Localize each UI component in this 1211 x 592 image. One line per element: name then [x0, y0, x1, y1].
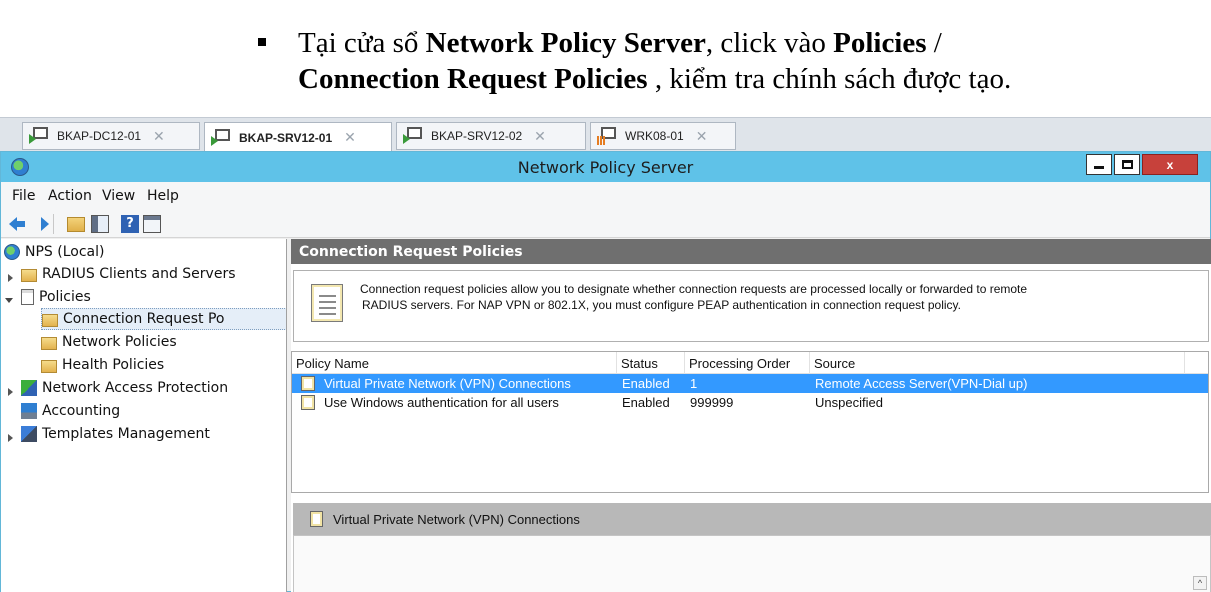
column-processing-order[interactable]: Processing Order [685, 352, 810, 374]
open-folder-icon [42, 314, 58, 327]
tree-node-connection-request-policies[interactable]: Connection Request Po [41, 308, 286, 330]
tree-node-network-policies[interactable]: Network Policies [41, 331, 177, 353]
pane-header: Connection Request Policies [291, 239, 1211, 264]
vm-connect-warning-icon [597, 127, 619, 145]
tree-node-accounting[interactable]: Accounting [21, 400, 120, 422]
menu-action[interactable]: Action [48, 188, 92, 204]
console-tree: NPS (Local) RADIUS Clients and Servers P… [1, 239, 287, 592]
description-text: Connection request policies allow you to… [360, 282, 1028, 312]
tree-node-templates-management[interactable]: Templates Management [21, 423, 210, 445]
nap-shield-icon [21, 380, 37, 396]
close-tab-icon[interactable]: ✕ [534, 128, 546, 145]
menu-help[interactable]: Help [147, 188, 179, 204]
accounting-icon [21, 403, 37, 419]
maximize-icon [1121, 160, 1133, 169]
expand-arrow-icon[interactable] [8, 388, 13, 396]
policy-list: Policy Name Status Processing Order Sour… [291, 351, 1209, 493]
vm-connect-icon [403, 127, 425, 145]
menu-file[interactable]: File [12, 188, 35, 204]
close-tab-icon[interactable]: ✕ [344, 129, 356, 146]
scroll-up-icon[interactable]: ^ [1193, 576, 1207, 590]
minimize-button[interactable] [1086, 154, 1112, 175]
up-folder-icon[interactable] [67, 217, 85, 232]
policy-icon [301, 376, 315, 391]
expand-arrow-icon[interactable] [8, 434, 13, 442]
folder-icon [41, 337, 57, 350]
instruction-line-1: Tại cửa sổ Network Policy Server, click … [298, 27, 942, 59]
bullet-marker [258, 38, 266, 46]
table-row[interactable]: Use Windows authentication for all users… [292, 393, 1208, 412]
detail-header: Virtual Private Network (VPN) Connection… [293, 503, 1211, 535]
toolbar-separator [53, 214, 54, 234]
tree-node-nps-local[interactable]: NPS (Local) [4, 241, 104, 263]
policy-document-icon [311, 284, 343, 322]
tree-node-network-access-protection[interactable]: Network Access Protection [21, 377, 228, 399]
show-hide-console-tree-icon[interactable] [91, 215, 109, 233]
toolbar: ? [1, 210, 1210, 238]
vm-connect-icon [211, 128, 233, 147]
column-status[interactable]: Status [617, 352, 685, 374]
tree-node-radius-clients[interactable]: RADIUS Clients and Servers [21, 263, 236, 285]
detail-panel: ^ [293, 535, 1211, 592]
vm-tab-bkap-srv12-02[interactable]: BKAP-SRV12-02 ✕ [396, 122, 586, 150]
title-bar[interactable]: Network Policy Server x [1, 152, 1210, 182]
vm-connect-icon [29, 127, 51, 145]
nps-globe-icon [4, 244, 20, 260]
close-tab-icon[interactable]: ✕ [696, 128, 708, 145]
forward-icon[interactable] [31, 215, 49, 233]
vm-tab-bkap-srv12-01[interactable]: BKAP-SRV12-01 ✕ [204, 122, 392, 152]
column-source[interactable]: Source [810, 352, 1185, 374]
policy-icon [310, 511, 323, 527]
results-pane: Connection Request Policies Connection r… [291, 239, 1211, 592]
instruction-line-2: Connection Request Policies , kiểm tra c… [298, 63, 1012, 95]
policies-icon [21, 289, 34, 305]
collapse-arrow-icon[interactable] [5, 298, 13, 303]
menu-bar: File Action View Help [1, 182, 1210, 210]
close-tab-icon[interactable]: ✕ [153, 128, 165, 145]
folder-icon [41, 360, 57, 373]
vm-tab-bkap-dc12-01[interactable]: BKAP-DC12-01 ✕ [22, 122, 200, 150]
vm-tab-strip: BKAP-DC12-01 ✕ BKAP-SRV12-01 ✕ BKAP-SRV1… [0, 117, 1211, 152]
tree-node-policies[interactable]: Policies [21, 286, 91, 308]
maximize-button[interactable] [1114, 154, 1140, 175]
help-icon[interactable]: ? [121, 215, 139, 233]
vm-tab-wrk08-01[interactable]: WRK08-01 ✕ [590, 122, 736, 150]
table-row[interactable]: Virtual Private Network (VPN) Connection… [292, 374, 1208, 393]
close-button[interactable]: x [1142, 154, 1198, 175]
menu-view[interactable]: View [102, 188, 135, 204]
show-hide-action-pane-icon[interactable] [143, 215, 161, 233]
folder-icon [21, 269, 37, 282]
tree-node-health-policies[interactable]: Health Policies [41, 354, 164, 376]
policy-icon [301, 395, 315, 410]
nps-window: Network Policy Server x File Action View… [0, 151, 1211, 592]
templates-icon [21, 426, 37, 442]
column-policy-name[interactable]: Policy Name [292, 352, 617, 374]
description-box: Connection request policies allow you to… [293, 270, 1209, 342]
minimize-icon [1094, 166, 1104, 169]
window-title: Network Policy Server [517, 158, 694, 177]
list-header: Policy Name Status Processing Order Sour… [292, 352, 1208, 374]
expand-arrow-icon[interactable] [8, 274, 13, 282]
back-icon[interactable] [9, 215, 27, 233]
